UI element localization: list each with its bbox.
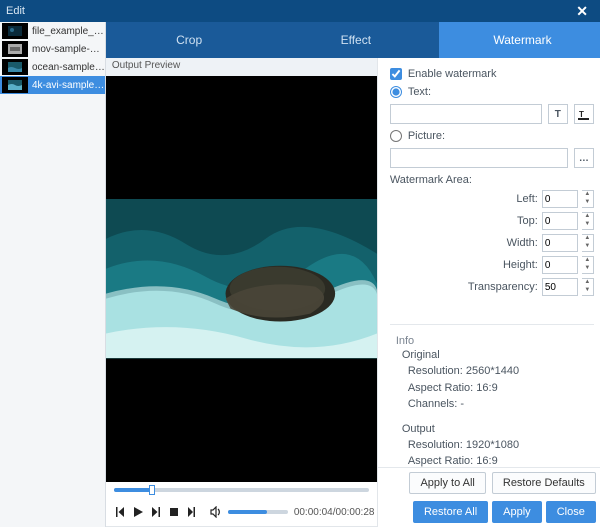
watermark-picture-radio[interactable] bbox=[390, 130, 402, 142]
timecode: 00:00:04/00:00:28 bbox=[294, 507, 375, 518]
ocean-frame-icon bbox=[106, 199, 377, 358]
top-stepper[interactable]: ▲▼ bbox=[582, 212, 594, 230]
prev-frame-icon[interactable] bbox=[114, 504, 126, 520]
edit-window: Edit ✕ file_example_… mov-sample-… ocean… bbox=[0, 0, 600, 527]
preview-column: Output Preview bbox=[106, 58, 378, 527]
play-icon[interactable] bbox=[132, 504, 144, 520]
browse-button[interactable]: … bbox=[574, 148, 594, 168]
sidebar-item-file-example[interactable]: file_example_… bbox=[0, 22, 105, 40]
watermark-text-input[interactable] bbox=[390, 104, 542, 124]
original-resolution: Resolution: 2560*1440 bbox=[408, 363, 594, 380]
thumbnail-icon bbox=[2, 59, 28, 75]
thumbnail-icon bbox=[2, 41, 28, 57]
transparency-label: Transparency: bbox=[458, 281, 538, 293]
stop-icon[interactable] bbox=[168, 504, 180, 520]
transparency-input[interactable] bbox=[542, 278, 578, 296]
next-frame-icon[interactable] bbox=[150, 504, 162, 520]
thumbnail-icon bbox=[2, 77, 28, 93]
preview-header: Output Preview bbox=[106, 58, 377, 76]
info-title: Info bbox=[396, 335, 594, 347]
close-icon[interactable]: ✕ bbox=[570, 3, 594, 20]
tab-crop[interactable]: Crop bbox=[106, 22, 273, 58]
apply-button[interactable]: Apply bbox=[492, 501, 542, 523]
font-button[interactable]: T bbox=[548, 104, 568, 124]
volume-icon[interactable] bbox=[208, 504, 224, 520]
volume-slider[interactable] bbox=[228, 510, 288, 514]
sidebar-item-4k-avi-sample[interactable]: 4k-avi-sample… bbox=[0, 76, 105, 94]
watermark-picture-label: Picture: bbox=[408, 130, 445, 142]
playback-controls: 00:00:04/00:00:28 bbox=[106, 498, 377, 526]
sidebar-item-label: 4k-avi-sample… bbox=[32, 80, 104, 91]
watermark-picture-input[interactable] bbox=[390, 148, 568, 168]
timeline-slider[interactable] bbox=[114, 488, 369, 492]
sidebar-item-label: file_example_… bbox=[32, 26, 104, 37]
sidebar-item-ocean-sample[interactable]: ocean-sample… bbox=[0, 58, 105, 76]
original-channels: Channels: - bbox=[408, 396, 594, 413]
enable-watermark-checkbox[interactable] bbox=[390, 68, 402, 80]
sidebar-item-label: ocean-sample… bbox=[32, 62, 105, 73]
top-input[interactable] bbox=[542, 212, 578, 230]
tab-effect[interactable]: Effect bbox=[272, 22, 439, 58]
width-label: Width: bbox=[458, 237, 538, 249]
transparency-stepper[interactable]: ▲▼ bbox=[582, 278, 594, 296]
window-title: Edit bbox=[6, 5, 25, 17]
thumbnail-icon bbox=[2, 23, 28, 39]
restore-defaults-button[interactable]: Restore Defaults bbox=[492, 472, 596, 494]
svg-text:T: T bbox=[579, 110, 584, 119]
left-stepper[interactable]: ▲▼ bbox=[582, 190, 594, 208]
height-stepper[interactable]: ▲▼ bbox=[582, 256, 594, 274]
watermark-panel: Enable watermark Text: T T bbox=[378, 58, 600, 527]
titlebar: Edit ✕ bbox=[0, 0, 600, 22]
restore-all-button[interactable]: Restore All bbox=[413, 501, 488, 523]
watermark-text-radio[interactable] bbox=[390, 86, 402, 98]
left-input[interactable] bbox=[542, 190, 578, 208]
tab-bar: Crop Effect Watermark bbox=[106, 22, 600, 58]
top-label: Top: bbox=[458, 215, 538, 227]
left-label: Left: bbox=[458, 193, 538, 205]
original-title: Original bbox=[402, 349, 594, 361]
close-button[interactable]: Close bbox=[546, 501, 596, 523]
output-title: Output bbox=[402, 423, 594, 435]
info-block: Info Original Resolution: 2560*1440 Aspe… bbox=[390, 324, 594, 467]
step-icon[interactable] bbox=[186, 504, 198, 520]
panel-footer: Apply to All Restore Defaults bbox=[378, 467, 600, 497]
video-preview[interactable] bbox=[106, 76, 377, 482]
enable-watermark-label: Enable watermark bbox=[408, 68, 497, 80]
font-color-icon: T bbox=[578, 109, 589, 120]
output-aspect: Aspect Ratio: 16:9 bbox=[408, 453, 594, 467]
tab-watermark[interactable]: Watermark bbox=[439, 22, 600, 58]
width-input[interactable] bbox=[542, 234, 578, 252]
height-label: Height: bbox=[458, 259, 538, 271]
sidebar-item-label: mov-sample-… bbox=[32, 44, 100, 55]
sidebar-item-mov-sample[interactable]: mov-sample-… bbox=[0, 40, 105, 58]
dialog-footer: Restore All Apply Close bbox=[378, 497, 600, 527]
width-stepper[interactable]: ▲▼ bbox=[582, 234, 594, 252]
height-input[interactable] bbox=[542, 256, 578, 274]
color-button[interactable]: T bbox=[574, 104, 594, 124]
watermark-area-label: Watermark Area: bbox=[390, 174, 594, 186]
original-aspect: Aspect Ratio: 16:9 bbox=[408, 380, 594, 397]
watermark-text-label: Text: bbox=[408, 86, 431, 98]
apply-to-all-button[interactable]: Apply to All bbox=[409, 472, 485, 494]
output-resolution: Resolution: 1920*1080 bbox=[408, 437, 594, 454]
file-sidebar: file_example_… mov-sample-… ocean-sample… bbox=[0, 22, 106, 527]
